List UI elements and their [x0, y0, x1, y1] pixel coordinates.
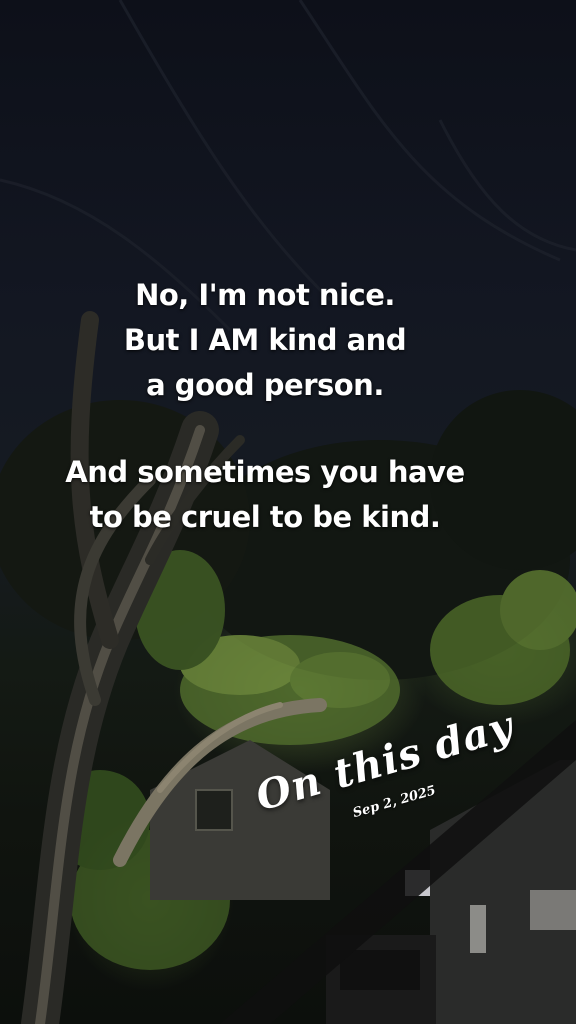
- caption-line: a good person.: [146, 368, 384, 402]
- caption-line: But I AM kind and: [123, 323, 407, 357]
- caption-line: to be cruel to be kind.: [89, 500, 441, 534]
- caption-line: And sometimes you have: [65, 455, 465, 489]
- caption-line: No, I'm not nice.: [135, 278, 395, 312]
- caption-text: No, I'm not nice. But I AM kind and a go…: [0, 273, 530, 408]
- video-frame: No, I'm not nice. But I AM kind and a go…: [0, 0, 576, 1024]
- caption-text: And sometimes you have to be cruel to be…: [0, 450, 530, 540]
